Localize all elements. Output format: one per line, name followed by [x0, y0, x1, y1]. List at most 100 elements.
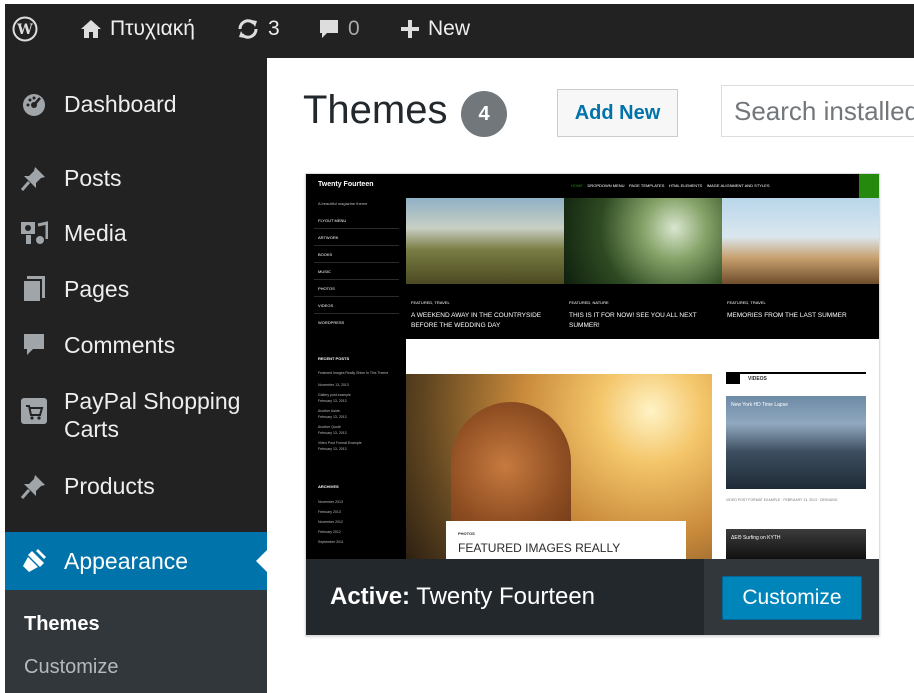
screenshot-recent-date: February 13, 2013: [318, 431, 347, 435]
screenshot-nav-item: IMAGE ALIGNMENT AND STYLES: [706, 183, 770, 188]
screenshot-nav-item: DROPDOWN MENU: [587, 183, 625, 188]
main-post-card: PHOTOS FEATURED IMAGES REALLY: [446, 521, 686, 559]
screenshot-nav-item: HOME: [571, 183, 583, 188]
sidebar-item-posts[interactable]: Posts: [0, 158, 267, 198]
sidebar-item-label: Appearance: [64, 548, 189, 574]
screenshot-archive-item: November 2012: [318, 520, 343, 524]
current-menu-arrow: [256, 550, 267, 572]
screenshot-divider: [314, 262, 399, 263]
customize-button[interactable]: Customize: [722, 576, 862, 620]
updates-icon: [236, 17, 260, 41]
screenshot-nav: HOME DROPDOWN MENU PAGE TEMPLATES HTML E…: [571, 183, 770, 188]
featured-title: MEMORIES FROM THE LAST SUMMER: [727, 312, 847, 319]
screenshot-archive-item: September 2011: [318, 540, 344, 544]
sidebar-item-pages[interactable]: Pages: [0, 269, 267, 309]
media-icon: [20, 219, 48, 247]
featured-title: A WEEKEND AWAY IN THE COUNTRYSIDE BEFORE…: [411, 312, 542, 329]
screenshot-recent-post: Featured Images Really Shine In This The…: [318, 371, 389, 375]
video-caption: VIDEO POST FORMAT EXAMPLE · FEBRUARY 13,…: [726, 498, 838, 502]
screenshot-menu-item: ARTWORK: [318, 235, 339, 240]
svg-text:W: W: [16, 22, 33, 38]
new-content-link[interactable]: New: [400, 0, 470, 58]
sidebar-item-label: Dashboard: [64, 91, 177, 117]
video-thumbnail: [726, 529, 866, 559]
screenshot-nav-item: PAGE TEMPLATES: [629, 183, 665, 188]
screenshot-tagline: A beautiful magazine theme: [318, 201, 368, 206]
frame-edge-top: [0, 0, 914, 4]
screenshot-menu-item: MUSIC: [318, 269, 331, 274]
submenu-item-customize[interactable]: Customize: [24, 656, 118, 679]
comment-icon: [20, 331, 48, 359]
sidebar-item-dashboard[interactable]: Dashboard: [0, 84, 267, 124]
sidebar-item-appearance[interactable]: Appearance: [0, 532, 267, 590]
screenshot-recent-date: February 13, 2013: [318, 399, 347, 403]
screenshot-search-icon: [859, 174, 879, 198]
screenshot-recent-post: Another Aside: [318, 409, 340, 413]
theme-actions: Customize: [704, 559, 879, 635]
sidebar-item-comments[interactable]: Comments: [0, 325, 267, 365]
video-icon: [726, 374, 740, 384]
screenshot-site-title: Twenty Fourteen: [318, 181, 374, 188]
brush-icon: [20, 547, 48, 575]
sidebar-item-label: Media: [64, 220, 127, 246]
comments-count: 0: [348, 17, 360, 40]
theme-card-active[interactable]: Twenty Fourteen HOME DROPDOWN MENU PAGE …: [305, 173, 880, 636]
page-title: Themes: [303, 88, 448, 132]
frame-edge-left: [0, 0, 5, 693]
videos-widget-header: [726, 372, 866, 384]
pages-icon: [20, 275, 48, 303]
screenshot-archive-item: February 2012: [318, 530, 341, 534]
site-name-link[interactable]: Πτυχιακή: [80, 0, 195, 58]
updates-link[interactable]: 3: [236, 0, 280, 58]
pin-icon: [20, 164, 48, 192]
screenshot-menu-item: FLYOUT MENU: [318, 218, 347, 223]
search-themes-input[interactable]: Search installed themes...: [721, 85, 914, 137]
sidebar-item-paypal-shopping-carts[interactable]: PayPal Shopping Carts: [0, 383, 267, 447]
featured-image: [406, 198, 564, 284]
screenshot-recent-date: February 13, 2013: [318, 415, 347, 419]
featured-image: [564, 198, 722, 284]
videos-heading: VIDEOS: [748, 376, 767, 382]
screenshot-menu-item: BOOKS: [318, 252, 333, 257]
active-theme-name: Twenty Fourteen: [416, 583, 596, 610]
active-prefix: Active:: [330, 583, 411, 610]
comments-link[interactable]: 0: [318, 0, 360, 58]
sidebar-item-label: Comments: [64, 332, 176, 358]
screenshot-recent-post: Gallery post example: [318, 393, 351, 397]
screenshot-menu-item: WORDPRESS: [318, 320, 345, 325]
sidebar-item-media[interactable]: Media: [0, 213, 267, 253]
featured-category: FEATURED, TRAVEL: [411, 300, 450, 305]
admin-bar: W Πτυχιακή 3 0 New: [0, 0, 914, 58]
screenshot-recent-date: February 13, 2013: [318, 447, 347, 451]
screenshot-featured-grid: FEATURED, TRAVEL FEATURED, NATURE FEATUR…: [406, 198, 879, 339]
theme-card-footer: Active: Twenty Fourteen Customize: [306, 559, 879, 635]
screenshot-divider: [314, 279, 399, 280]
screenshot-menu-item: VIDEOS: [318, 303, 334, 308]
featured-title: THIS IS IT FOR NOW! SEE YOU ALL NEXT SUM…: [569, 312, 697, 329]
cart-icon: [20, 397, 48, 425]
screenshot-divider: [314, 313, 399, 314]
screenshot-recent-date: November 13, 2013: [318, 383, 349, 387]
wordpress-logo-icon: W: [12, 16, 38, 42]
wordpress-logo-button[interactable]: W: [12, 0, 46, 58]
video-thumbnail: [726, 396, 866, 489]
home-icon: [80, 19, 102, 39]
theme-count-badge: 4: [461, 91, 507, 137]
screenshot-divider: [314, 245, 399, 246]
updates-count: 3: [268, 17, 280, 40]
active-theme-label: Active: Twenty Fourteen: [330, 583, 595, 611]
plus-icon: [400, 19, 420, 39]
site-name-label: Πτυχιακή: [110, 17, 195, 40]
sidebar-item-products[interactable]: Products: [0, 466, 267, 506]
new-label: New: [428, 17, 471, 40]
sidebar-item-label: Pages: [64, 276, 130, 302]
screenshot-divider: [314, 296, 399, 297]
submenu-item-themes[interactable]: Themes: [24, 613, 100, 636]
screenshot-divider: [314, 228, 399, 229]
add-new-button[interactable]: Add New: [557, 89, 678, 137]
pin-icon: [20, 472, 48, 500]
comment-bubble-icon: [318, 18, 340, 40]
theme-screenshot[interactable]: Twenty Fourteen HOME DROPDOWN MENU PAGE …: [306, 174, 879, 559]
screenshot-recent-post: Another Quote: [318, 425, 341, 429]
sidebar-item-label: PayPal Shopping Carts: [64, 388, 241, 442]
